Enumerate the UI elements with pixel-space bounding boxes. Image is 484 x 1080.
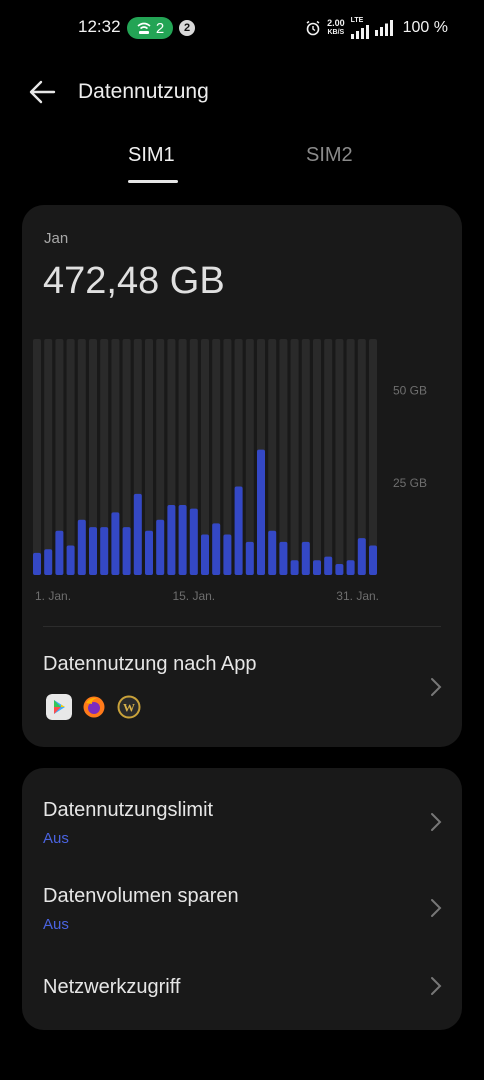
chart-bar-day-8[interactable] [111, 512, 120, 575]
chart-bar-day-27[interactable] [324, 556, 333, 575]
chart-bar-day-12[interactable] [156, 519, 165, 575]
world-of-warcraft-icon: W [117, 695, 141, 719]
chart-bar-day-24[interactable] [290, 560, 299, 575]
chart-bar-day-26[interactable] [313, 560, 321, 575]
chart-bar-day-31[interactable] [369, 545, 377, 576]
chart-bar-track [290, 339, 299, 575]
daily-usage-chart: 50 GB 25 GB 1. Jan. 15. Jan. 31. Jan. [33, 339, 427, 603]
hotspot-indicator[interactable]: 2 [127, 17, 173, 39]
chart-bar-track [369, 339, 377, 575]
notification-count-badge: 2 [179, 20, 195, 36]
chart-bar-day-1[interactable] [33, 552, 41, 575]
alarm-icon [306, 20, 320, 36]
tab-indicator [128, 180, 178, 183]
back-arrow-icon[interactable] [28, 78, 58, 106]
usage-card: Jan 472,48 GB 50 GB 25 GB 1. Jan. 15. Jan. 3… [22, 205, 462, 747]
chevron-right-icon [431, 899, 442, 917]
chart-bar-track [301, 339, 310, 575]
hotspot-icon [137, 22, 151, 34]
x-tick-label: 31. Jan. [336, 589, 379, 603]
chart-bar-day-28[interactable] [335, 563, 344, 575]
svg-text:W: W [123, 701, 135, 715]
y-tick-label: 50 GB [393, 384, 427, 398]
speed-value: 2.00 [327, 18, 345, 28]
chart-bar-day-23[interactable] [279, 541, 288, 575]
status-time: 12:32 [78, 17, 121, 36]
status-bar: 12:32 2 2 2.00 KB/S LTE 100 % [0, 0, 484, 56]
data-limit-title: Datennutzungslimit [43, 799, 214, 821]
chart-bar-track [66, 339, 75, 575]
y-tick-label: 25 GB [393, 476, 427, 490]
chart-bar-track [44, 339, 53, 575]
chart-bar-day-2[interactable] [44, 549, 53, 575]
chart-bar-day-16[interactable] [201, 534, 209, 575]
divider [43, 626, 441, 627]
chart-bar-track [346, 339, 355, 575]
chevron-right-icon [431, 813, 442, 831]
chart-bar-day-21[interactable] [257, 449, 265, 575]
page-title: Datennutzung [78, 80, 209, 103]
chart-bar-day-18[interactable] [223, 534, 232, 575]
speed-unit: KB/S [327, 29, 345, 36]
chart-bar-day-13[interactable] [167, 504, 176, 575]
chart-bar-day-6[interactable] [89, 527, 97, 575]
firefox-icon [83, 696, 105, 718]
lte-signal: LTE [350, 17, 369, 39]
chart-bar-day-11[interactable] [145, 530, 153, 575]
chart-bar-day-29[interactable] [346, 560, 355, 575]
lte-label: LTE [350, 17, 364, 24]
tab-sim1[interactable]: SIM1 [128, 144, 175, 167]
chevron-right-icon [431, 977, 442, 995]
chart-bar-day-5[interactable] [77, 519, 86, 575]
data-limit-value: Aus [43, 830, 69, 847]
chart-bar-track [324, 339, 333, 575]
x-tick-label: 15. Jan. [172, 589, 215, 603]
data-saver-value: Aus [43, 916, 69, 933]
chart-bar-track [335, 339, 344, 575]
status-right: 2.00 KB/S LTE 100 % [305, 15, 448, 41]
chart-bar-day-15[interactable] [189, 508, 198, 575]
chart-bar-track [33, 339, 41, 575]
chart-bar-day-30[interactable] [357, 538, 366, 575]
google-play-icon [46, 694, 72, 720]
usage-total: 472,48 GB [43, 260, 225, 302]
network-access-title: Netzwerkzugriff [43, 976, 181, 998]
network-speed: 2.00 KB/S [327, 19, 345, 37]
chart-bar-day-4[interactable] [66, 545, 75, 576]
data-saver-title: Datenvolumen sparen [43, 885, 239, 907]
chart-bar-day-22[interactable] [268, 530, 277, 575]
chart-bar-track [279, 339, 288, 575]
chart-bar-track [313, 339, 321, 575]
chart-bar-track [245, 339, 254, 575]
chart-bar-day-3[interactable] [55, 530, 64, 575]
signal-sim1-icon [350, 25, 369, 39]
chart-bar-day-25[interactable] [301, 541, 310, 575]
chart-bar-day-19[interactable] [234, 486, 243, 576]
chart-bar-day-7[interactable] [100, 527, 109, 575]
usage-month: Jan [44, 230, 69, 247]
signal-sim2-icon [374, 20, 393, 36]
app-usage-title: Datennutzung nach App [43, 653, 257, 675]
tab-sim2[interactable]: SIM2 [306, 144, 353, 167]
x-tick-label: 1. Jan. [35, 589, 71, 603]
chart-bar-day-20[interactable] [245, 541, 254, 575]
chevron-right-icon [431, 678, 442, 696]
battery-level: 100 % [402, 19, 448, 36]
chart-bar-day-10[interactable] [133, 493, 142, 575]
chart-bar-day-17[interactable] [212, 523, 221, 575]
chart-bar-day-9[interactable] [122, 527, 131, 575]
hotspot-count: 2 [155, 19, 165, 37]
chart-bar-day-14[interactable] [178, 504, 187, 575]
settings-card: Datennutzungslimit Aus Datenvolumen spar… [22, 768, 462, 1030]
